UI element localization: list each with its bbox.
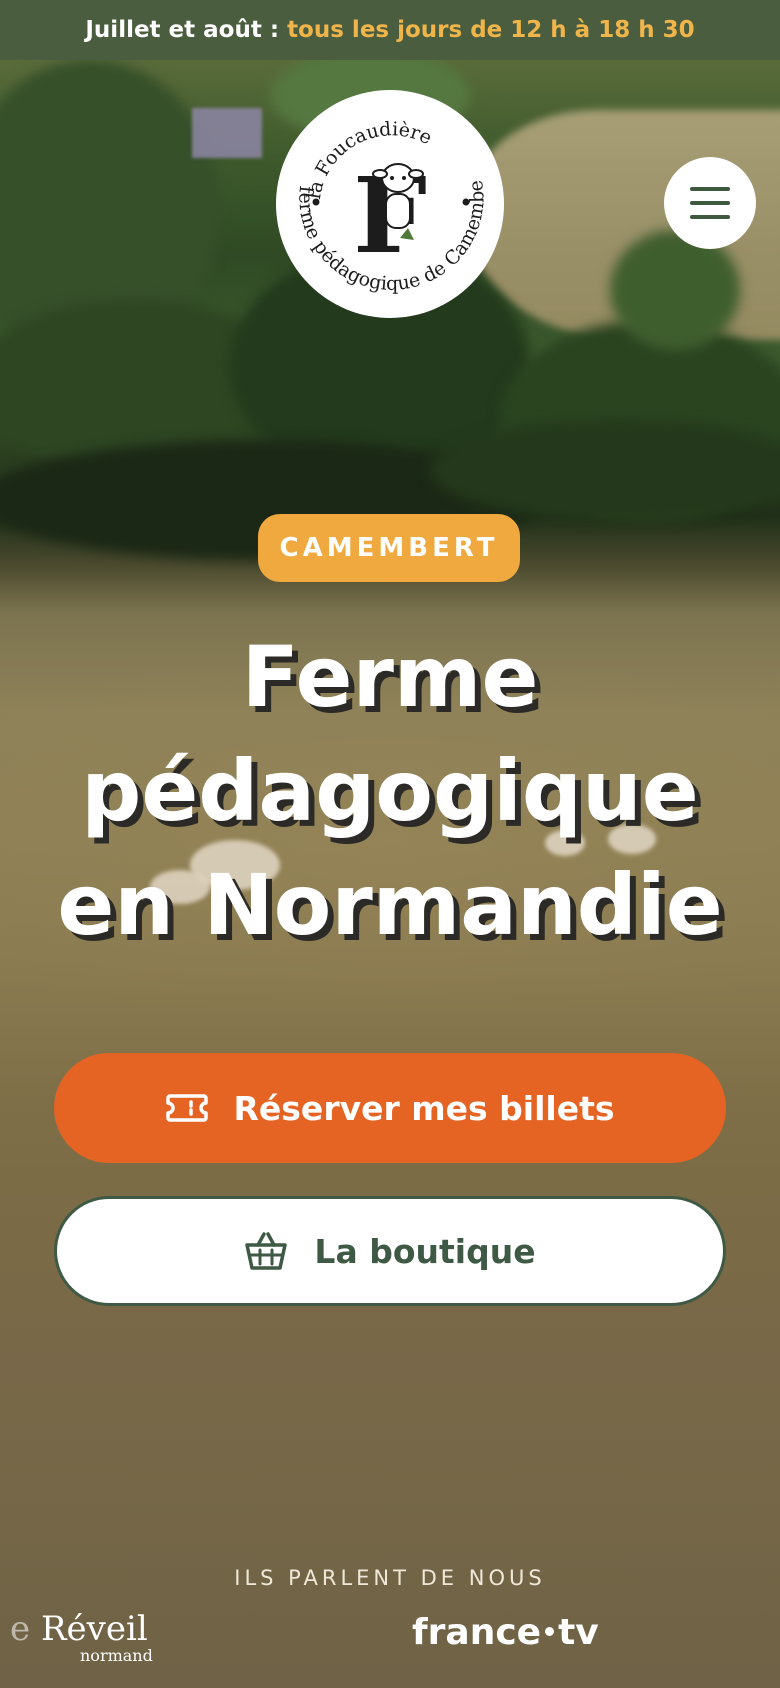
francetv-left: france — [412, 1612, 542, 1653]
hamburger-menu-icon — [690, 215, 730, 219]
press-logo-france-tv[interactable]: france tv — [412, 1612, 599, 1653]
shop-button[interactable]: La boutique — [54, 1196, 726, 1306]
hamburger-menu-icon — [690, 201, 730, 205]
location-badge: CAMEMBERT — [258, 514, 520, 582]
basket-icon — [245, 1232, 288, 1270]
reveil-wordmark: e Réveil — [10, 1610, 148, 1648]
press-heading: ILS PARLENT DE NOUS — [234, 1566, 546, 1590]
reveil-sub: normand — [80, 1646, 153, 1665]
background-house — [192, 108, 262, 158]
background-tree — [610, 230, 740, 350]
site-logo[interactable]: la Foucaudière ferme pédagogique de Came… — [271, 73, 504, 318]
francetv-right: tv — [558, 1612, 599, 1653]
shop-label: La boutique — [314, 1231, 536, 1271]
book-tickets-button[interactable]: Réserver mes billets — [54, 1053, 726, 1163]
francetv-dot — [545, 1627, 555, 1636]
reveil-prefix: e — [10, 1609, 31, 1649]
menu-button[interactable] — [664, 157, 756, 249]
press-logo-reveil-normand[interactable]: e Réveil normand — [10, 1610, 160, 1666]
hero-title-line: en Normandie — [57, 856, 723, 954]
ticket-icon — [165, 1094, 208, 1122]
hero-title: Ferme pédagogique en Normandie — [20, 620, 760, 962]
opening-hours-bar: Juillet et août : tous les jours de 12 h… — [0, 0, 780, 60]
hamburger-menu-icon — [690, 187, 730, 191]
hero-title-line: pédagogique — [81, 742, 699, 840]
reveil-main: Réveil — [40, 1609, 148, 1649]
logo-mark: la Foucaudière ferme pédagogique de Came… — [271, 73, 488, 295]
opening-hours-value: tous les jours de 12 h à 18 h 30 — [287, 17, 695, 43]
opening-hours-label: Juillet et août : — [85, 17, 280, 43]
hero-title-line: Ferme — [241, 628, 539, 726]
book-tickets-label: Réserver mes billets — [233, 1088, 615, 1128]
